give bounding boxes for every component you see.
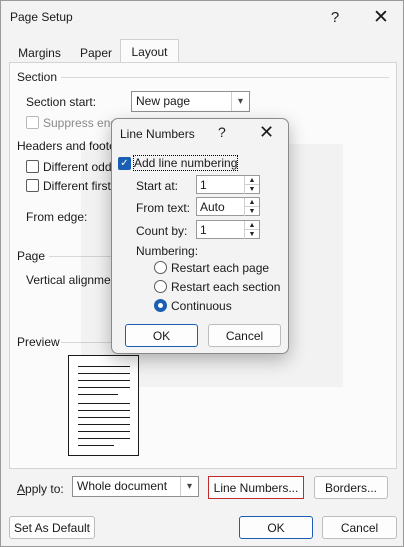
different-first-page-checkbox[interactable] (26, 179, 39, 192)
add-line-numbering-label: Add line numbering (132, 155, 239, 171)
start-at-label: Start at: (136, 179, 179, 193)
count-by-label: Count by: (136, 224, 188, 238)
from-edge-label: From edge: (26, 210, 88, 224)
ok-button[interactable]: OK (239, 516, 313, 539)
suppress-endnotes-checkbox[interactable] (26, 116, 39, 129)
count-by-spinner[interactable]: 1 ▲ ▼ (196, 220, 260, 239)
line-numbers-dialog-title: Line Numbers (120, 127, 195, 141)
tab-paper[interactable]: Paper (70, 42, 122, 63)
line-numbers-button[interactable]: Line Numbers... (208, 476, 304, 499)
section-start-label: Section start: (26, 95, 97, 109)
chevron-down-icon: ▾ (180, 477, 198, 496)
line-numbers-ok-button[interactable]: OK (125, 324, 198, 347)
window-title: Page Setup (10, 10, 73, 24)
tab-margins[interactable]: Margins (9, 42, 70, 63)
preview-heading: Preview (17, 335, 60, 349)
chevron-down-icon: ▾ (231, 92, 249, 111)
spin-up-icon[interactable]: ▲ (244, 198, 259, 207)
add-line-numbering-checkbox[interactable]: ✓ (118, 157, 131, 170)
page-setup-window: Page Setup ? ✕ Margins Paper Layout Sect… (0, 0, 404, 547)
start-at-value: 1 (200, 178, 207, 192)
section-divider (61, 77, 389, 78)
apply-to-label: Apply to: (17, 482, 64, 496)
preview-page (68, 355, 139, 456)
spin-up-icon[interactable]: ▲ (244, 221, 259, 230)
from-text-spinner[interactable]: Auto ▲ ▼ (196, 197, 260, 216)
suppress-endnotes-label: Suppress end (43, 116, 118, 130)
apply-to-value: Whole document (77, 479, 168, 493)
continuous-radio[interactable] (154, 299, 167, 312)
close-icon[interactable]: ✕ (366, 5, 396, 29)
line-numbers-cancel-button[interactable]: Cancel (208, 324, 281, 347)
restart-each-page-label: Restart each page (171, 261, 270, 275)
cancel-button[interactable]: Cancel (322, 516, 397, 539)
from-text-label: From text: (136, 201, 191, 215)
count-by-value: 1 (200, 223, 207, 237)
section-start-value: New page (136, 94, 191, 108)
different-odd-even-checkbox[interactable] (26, 160, 39, 173)
from-text-value: Auto (200, 200, 225, 214)
help-icon[interactable]: ? (320, 5, 350, 29)
apply-to-select[interactable]: Whole document ▾ (72, 476, 199, 497)
spin-down-icon[interactable]: ▼ (244, 207, 259, 216)
restart-each-page-radio[interactable] (154, 261, 167, 274)
section-start-select[interactable]: New page ▾ (131, 91, 250, 112)
set-as-default-button[interactable]: Set As Default (9, 516, 95, 539)
tab-layout[interactable]: Layout (120, 39, 179, 63)
start-at-spinner[interactable]: 1 ▲ ▼ (196, 175, 260, 194)
line-numbers-dialog: Line Numbers ? ✕ ✓ Add line numbering St… (111, 118, 289, 354)
numbering-label: Numbering: (136, 244, 199, 258)
borders-button[interactable]: Borders... (314, 476, 388, 499)
spin-up-icon[interactable]: ▲ (244, 176, 259, 185)
section-heading: Section (17, 70, 58, 84)
page-heading: Page (17, 249, 46, 263)
close-icon[interactable]: ✕ (259, 122, 274, 143)
restart-each-section-radio[interactable] (154, 280, 167, 293)
restart-each-section-label: Restart each section (171, 280, 281, 294)
spin-down-icon[interactable]: ▼ (244, 230, 259, 239)
help-icon[interactable]: ? (218, 124, 226, 140)
spin-down-icon[interactable]: ▼ (244, 185, 259, 194)
title-bar: Page Setup ? ✕ (1, 1, 403, 33)
continuous-label: Continuous (171, 299, 232, 313)
